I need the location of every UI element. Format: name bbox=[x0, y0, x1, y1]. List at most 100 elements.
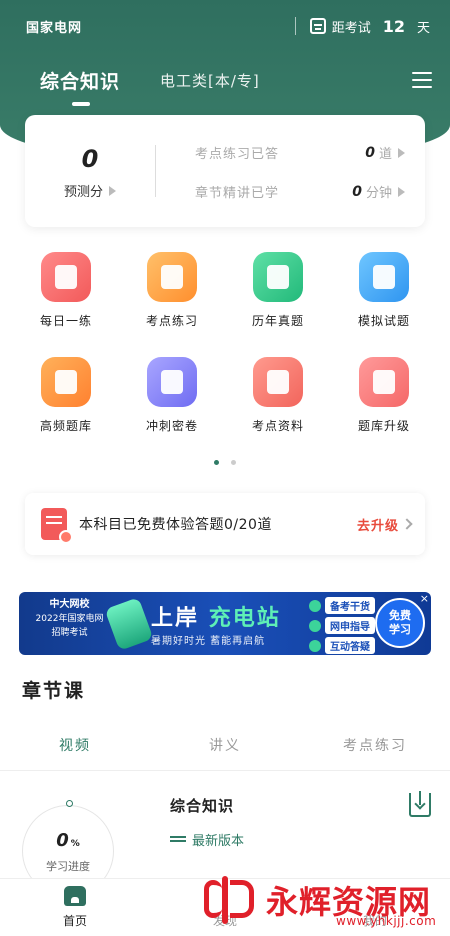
home-icon bbox=[64, 886, 86, 906]
banner-tag: 备考干货 bbox=[309, 597, 375, 614]
chevron-right-icon bbox=[401, 518, 413, 530]
lightning-doc-icon bbox=[147, 252, 197, 302]
feature-label: 考点资料 bbox=[251, 419, 304, 433]
version-label: 最新版本 bbox=[192, 834, 245, 849]
countdown-label: 距考试 bbox=[331, 20, 371, 36]
tab-video[interactable]: 视频 bbox=[0, 735, 150, 755]
divider bbox=[0, 770, 450, 771]
feature-label: 高频题库 bbox=[39, 419, 92, 433]
feature-point-practice[interactable]: 考点练习 bbox=[119, 252, 225, 357]
feature-label: 题库升级 bbox=[357, 419, 410, 433]
top-nav: 综合知识 电工类[本/专] bbox=[40, 60, 432, 106]
monitor-chart-icon bbox=[359, 252, 409, 302]
discover-icon bbox=[214, 886, 236, 906]
banner-title-a: 上岸 bbox=[151, 606, 200, 631]
banner-brand-block: 中大网校 2022年国家电网 招聘考试 bbox=[27, 598, 112, 640]
nav-label: 发现 bbox=[212, 914, 237, 928]
promo-banner[interactable]: 中大网校 2022年国家电网 招聘考试 上岸 充电站 暑期好时光 蓄能再启航 备… bbox=[19, 592, 431, 655]
free-study-button[interactable]: 免费 学习 bbox=[375, 598, 425, 648]
watermark-url: www.yhkjjj.com bbox=[336, 914, 437, 928]
calendar-icon bbox=[309, 18, 326, 34]
course-tabs: 视频 讲义 考点练习 bbox=[0, 735, 450, 755]
banner-exam: 招聘考试 bbox=[51, 628, 88, 638]
feature-row: 每日一练 考点练习 历年真题 模拟试题 bbox=[13, 252, 437, 357]
folder-icon bbox=[253, 357, 303, 407]
menu-icon[interactable] bbox=[412, 72, 432, 88]
app-name: 国家电网 bbox=[26, 20, 83, 36]
feature-row: 高频题库 冲刺密卷 考点资料 题库升级 bbox=[13, 357, 437, 462]
progress-value: 0% bbox=[56, 830, 80, 851]
feature-sprint-papers[interactable]: 冲刺密卷 bbox=[119, 357, 225, 462]
feature-materials[interactable]: 考点资料 bbox=[225, 357, 331, 462]
countdown-unit: 天 bbox=[416, 20, 430, 36]
bolt-icon bbox=[309, 599, 321, 612]
bolt-icon bbox=[309, 619, 321, 632]
practice-unit: 道 bbox=[378, 147, 392, 162]
practice-stat[interactable]: 考点练习已答 0 道 bbox=[195, 143, 405, 162]
page-dot-active bbox=[214, 460, 219, 465]
predicted-score[interactable]: 0 预测分 bbox=[25, 115, 155, 227]
divider bbox=[294, 17, 296, 35]
chapter-unit: 分钟 bbox=[365, 186, 392, 201]
banner-tag: 网申指导 bbox=[309, 617, 375, 634]
nav-label: 首页 bbox=[62, 914, 87, 928]
trial-text: 本科目已免费体验答题0/20道 bbox=[79, 517, 272, 533]
banner-title: 上岸 充电站 bbox=[151, 600, 281, 632]
score-card: 0 预测分 考点练习已答 0 道 章节精讲已学 0 分钟 bbox=[25, 115, 425, 227]
feature-past-papers[interactable]: 历年真题 bbox=[225, 252, 331, 357]
document-icon bbox=[253, 252, 303, 302]
banner-title-b: 充电站 bbox=[208, 606, 281, 631]
feature-high-frequency[interactable]: 高频题库 bbox=[13, 357, 119, 462]
upgrade-link[interactable]: 去升级 bbox=[357, 515, 399, 534]
banner-tag: 互动答疑 bbox=[309, 637, 375, 654]
nav-home[interactable]: 首页 bbox=[0, 879, 150, 936]
nav-discover[interactable]: 发现 bbox=[150, 879, 300, 936]
chapter-value: 0 bbox=[352, 183, 362, 200]
button-line2: 学习 bbox=[389, 623, 411, 636]
banner-tags: 备考干货 网申指导 互动答疑 bbox=[309, 597, 375, 654]
course-name[interactable]: 综合知识 bbox=[170, 795, 234, 816]
feature-label: 历年真题 bbox=[251, 314, 304, 328]
upgrade-doc-icon bbox=[359, 357, 409, 407]
user-icon bbox=[364, 886, 386, 906]
feature-mock-exam[interactable]: 模拟试题 bbox=[331, 252, 437, 357]
feature-grid: 每日一练 考点练习 历年真题 模拟试题 高频题库 冲刺密卷 考点资料 题库升级 bbox=[13, 252, 437, 462]
close-icon[interactable]: × bbox=[420, 592, 429, 605]
chapter-stat[interactable]: 章节精讲已学 0 分钟 bbox=[195, 182, 405, 201]
triangle-right-icon bbox=[398, 186, 405, 197]
button-line1: 免费 bbox=[389, 609, 411, 622]
divider bbox=[155, 145, 156, 197]
feature-upgrade-bank[interactable]: 题库升级 bbox=[331, 357, 437, 462]
progress-marker bbox=[66, 800, 73, 807]
chapter-label: 章节精讲已学 bbox=[195, 186, 280, 201]
practice-value: 0 bbox=[365, 144, 375, 161]
page-indicator bbox=[0, 460, 450, 465]
score-value: 0 bbox=[81, 145, 99, 173]
document-upgrade-icon bbox=[41, 508, 73, 544]
section-title: 章节课 bbox=[22, 680, 86, 702]
status-bar: 国家电网 距考试 12 天 bbox=[26, 14, 430, 38]
bolt-icon bbox=[309, 639, 321, 652]
score-label: 预测分 bbox=[63, 185, 103, 200]
feature-label: 每日一练 bbox=[39, 314, 92, 328]
download-icon[interactable] bbox=[409, 791, 431, 817]
banner-year: 2022年国家电网 bbox=[35, 614, 104, 624]
tab-category[interactable]: 电工类[本/专] bbox=[160, 70, 260, 91]
pulse-book-icon bbox=[41, 357, 91, 407]
triangle-right-icon bbox=[398, 147, 405, 158]
banner-subtitle: 暑期好时光 蓄能再启航 bbox=[151, 636, 266, 647]
feature-label: 模拟试题 bbox=[357, 314, 410, 328]
version-switch[interactable]: 最新版本 bbox=[170, 830, 244, 849]
exam-countdown[interactable]: 距考试 12 天 bbox=[294, 17, 430, 36]
tab-point-practice[interactable]: 考点练习 bbox=[300, 735, 450, 755]
tab-comprehensive[interactable]: 综合知识 bbox=[40, 67, 120, 106]
feature-label: 考点练习 bbox=[145, 314, 198, 328]
tab-handout[interactable]: 讲义 bbox=[150, 735, 300, 755]
progress-label: 学习进度 bbox=[46, 860, 90, 873]
triangle-right-icon bbox=[109, 185, 116, 196]
upgrade-card[interactable]: 本科目已免费体验答题0/20道 去升级 bbox=[25, 493, 425, 555]
banner-brand: 中大网校 bbox=[49, 599, 90, 610]
bookmark-book-icon bbox=[147, 357, 197, 407]
feature-daily-practice[interactable]: 每日一练 bbox=[13, 252, 119, 357]
swap-icon bbox=[170, 834, 186, 846]
